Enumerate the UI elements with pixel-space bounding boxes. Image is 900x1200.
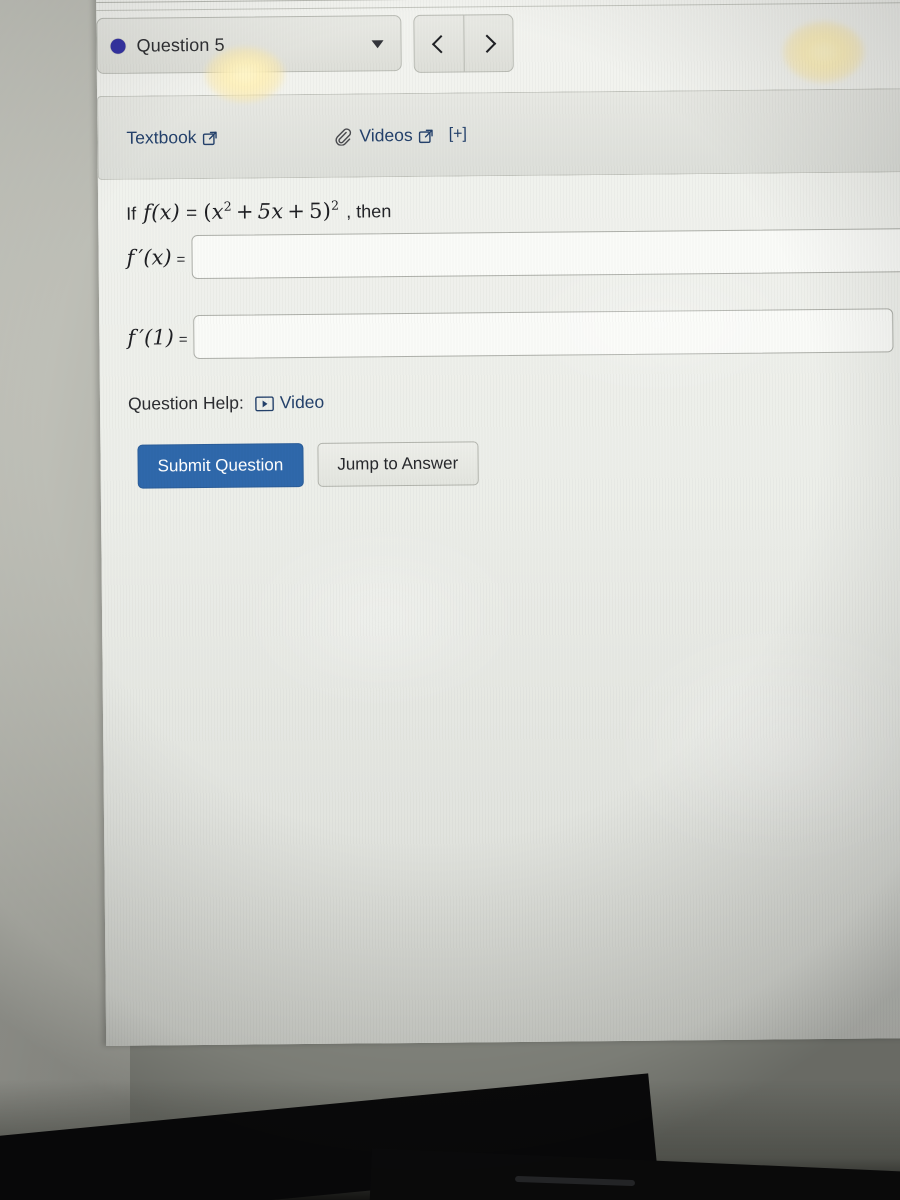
chevron-down-icon [371, 40, 384, 49]
submit-question-button[interactable]: Submit Question [137, 443, 304, 489]
video-link-label: Video [279, 391, 325, 413]
screen-reflection [251, 536, 513, 699]
answer-label-fprime-x: f ′(x) = [126, 245, 186, 270]
action-button-row: Submit Question Jump to Answer [137, 437, 900, 489]
formula-outer-exponent: 2 [330, 197, 340, 213]
question-nav-group [413, 13, 514, 73]
formula-plus-1: + [235, 199, 254, 224]
expand-resources-button[interactable]: [+] [449, 125, 467, 143]
answer-label-text: f ′(1) [127, 325, 174, 350]
next-question-button[interactable] [463, 15, 513, 72]
formula-term-2: 5x [257, 199, 284, 224]
question-help-label: Question Help: [127, 392, 244, 414]
jump-to-answer-button[interactable]: Jump to Answer [317, 441, 479, 487]
answer-input-fprime-1[interactable] [193, 308, 894, 360]
play-button-icon [254, 395, 274, 412]
paperclip-icon [332, 126, 352, 146]
textbook-label: Textbook [126, 126, 197, 148]
lamp-glare-right [782, 20, 865, 84]
page-divider-second [96, 2, 900, 11]
textbook-link[interactable]: Textbook [126, 126, 217, 148]
formula-function-name: f(x) [143, 200, 181, 225]
formula-open-paren: ( [203, 199, 212, 224]
external-link-icon [202, 129, 217, 145]
answer-row-derivative-at-1: f ′(1) = [127, 308, 900, 360]
screen-reflection [622, 631, 900, 855]
statement-if-word: If [126, 203, 137, 224]
answer-input-fprime-x[interactable] [191, 228, 900, 280]
answer-label-fprime-1: f ′(1) = [127, 325, 188, 350]
statement-then-word: , then [346, 201, 392, 222]
external-link-icon [419, 127, 434, 143]
previous-question-button[interactable] [414, 15, 464, 71]
problem-statement: If f(x) = (x2 +5x +5)2 , then [126, 192, 900, 226]
formula-equals: = [185, 203, 198, 225]
question-help-video-link[interactable]: Video [254, 391, 325, 414]
question-select[interactable]: Question 5 [96, 15, 402, 74]
chevron-left-icon [431, 34, 451, 53]
answer-label-text: f ′(x) [126, 245, 172, 270]
question-toolbar: Question 5 [96, 13, 514, 76]
answer-row-derivative: f ′(x) = [126, 228, 900, 280]
statement-formula: f(x) = (x2 +5x +5)2 [143, 198, 339, 226]
question-select-label: Question 5 [136, 34, 225, 56]
chevron-right-icon [477, 34, 496, 53]
problem-body: If f(x) = (x2 +5x +5)2 , then f ′(x) = f ′(1)… [98, 192, 900, 489]
formula-plus-2: + [287, 199, 306, 224]
laptop-screen: Question 5 Textbook Videos [+] If f(x) =… [96, 0, 900, 1046]
photo-of-screen: Question 5 Textbook Videos [+] If f(x) =… [0, 0, 900, 1200]
question-status-dot [110, 38, 126, 54]
resource-panel: Textbook Videos [+] [97, 88, 900, 180]
question-help-row: Question Help: Video [128, 386, 900, 415]
browser-page: Question 5 Textbook Videos [+] If f(x) =… [96, 0, 900, 1000]
answer-equals: = [178, 331, 188, 349]
videos-link[interactable]: Videos [+] [332, 124, 467, 146]
formula-term-3: 5 [308, 198, 323, 223]
formula-term-1: x [211, 199, 224, 224]
videos-label: Videos [359, 124, 413, 145]
answer-equals: = [176, 251, 186, 269]
formula-close-paren: ) [322, 198, 332, 223]
formula-term-1-exponent: 2 [223, 198, 232, 214]
